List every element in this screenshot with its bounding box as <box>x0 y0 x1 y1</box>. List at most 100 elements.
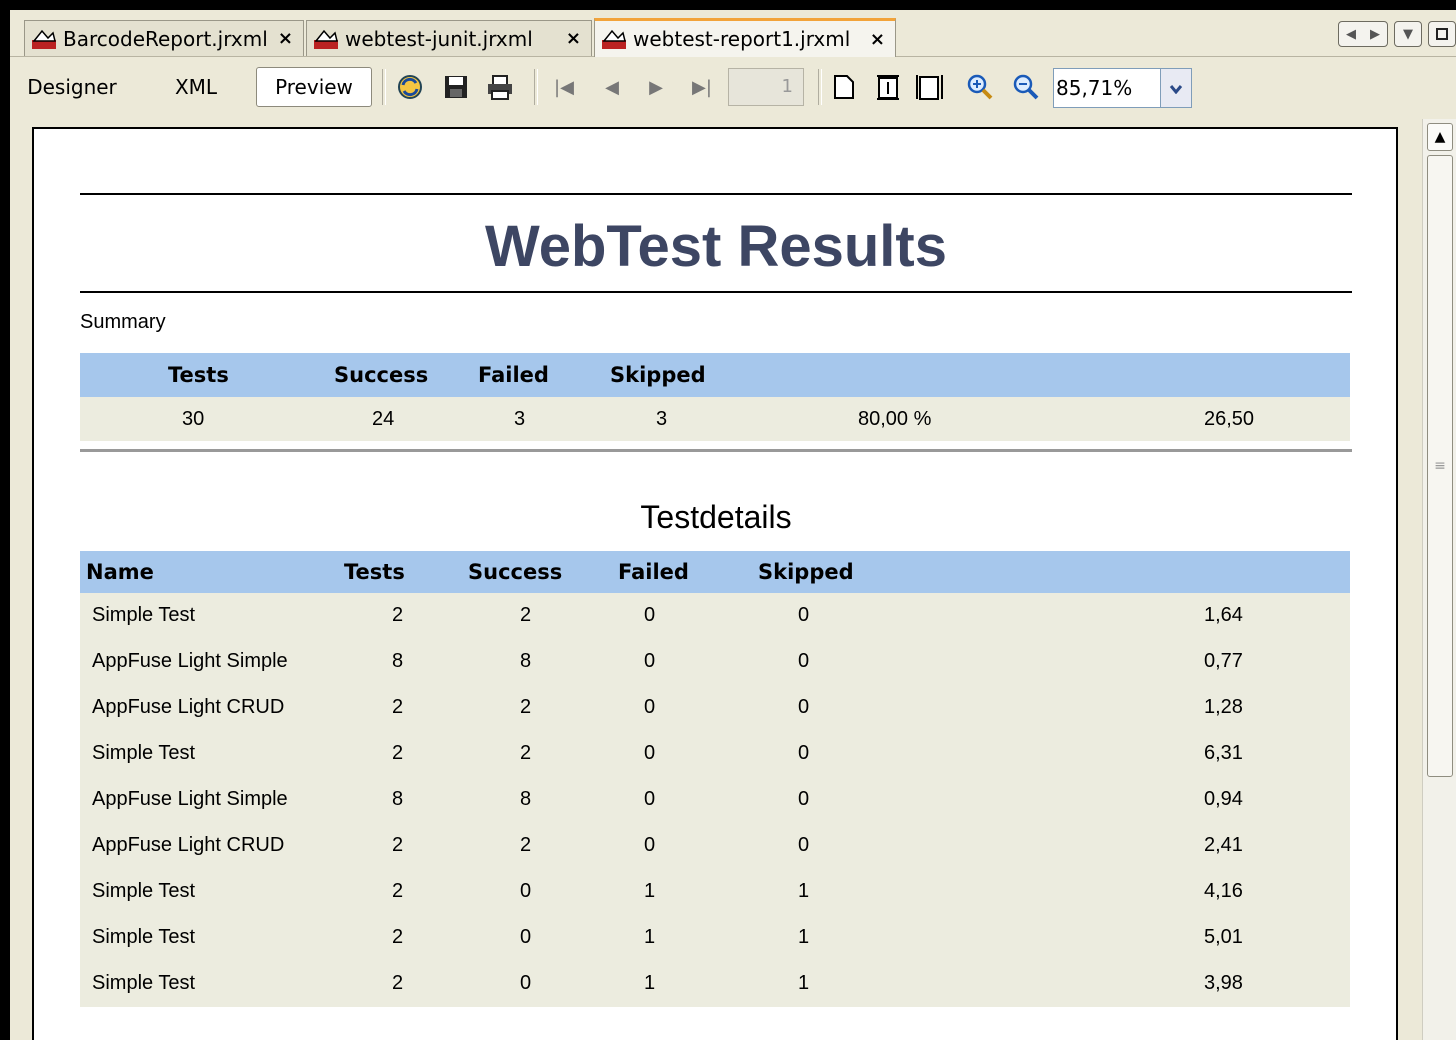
chevron-down-icon <box>1169 79 1183 98</box>
chevron-left-icon: ◀ <box>1346 26 1356 42</box>
fit-width-icon[interactable] <box>916 73 944 101</box>
summary-values-row: 30 24 3 3 80,00 % 26,50 <box>80 397 1350 441</box>
report-file-icon <box>313 28 339 50</box>
next-page-icon[interactable]: ▶ <box>642 73 670 101</box>
table-row: Simple Test 2 0 1 1 4,16 <box>80 869 1350 915</box>
zoom-level-field[interactable]: 85,71% <box>1053 68 1161 108</box>
xml-button[interactable]: XML <box>158 67 234 107</box>
close-icon[interactable]: × <box>870 29 885 50</box>
tab-scroll-button[interactable]: ◀ ▶ <box>1338 21 1388 47</box>
table-row: Simple Test 2 0 1 1 3,98 <box>80 961 1350 1007</box>
details-failed-cell: 1 <box>644 972 656 994</box>
toolbar-separator <box>382 69 386 105</box>
maximize-icon <box>1436 28 1448 40</box>
details-skipped-cell: 0 <box>798 788 810 810</box>
previous-page-icon[interactable]: ◀ <box>598 73 626 101</box>
report-file-icon <box>31 28 57 50</box>
last-page-icon[interactable]: ▶| <box>688 73 716 101</box>
details-success-cell: 8 <box>520 788 532 810</box>
details-skipped-cell: 0 <box>798 650 810 672</box>
details-name-cell: Simple Test <box>92 926 196 948</box>
details-failed-cell: 0 <box>644 742 656 764</box>
details-failed-cell: 0 <box>644 604 656 626</box>
details-duration-cell: 1,28 <box>1204 696 1243 718</box>
details-header-failed: Failed <box>618 560 689 584</box>
first-page-icon[interactable]: |◀ <box>550 73 578 101</box>
details-section-title: Testdetails <box>640 499 792 535</box>
details-success-cell: 8 <box>520 650 532 672</box>
zoom-out-icon[interactable] <box>1012 73 1040 101</box>
grip-icon: ≡ <box>1434 458 1446 474</box>
tab-bar: BarcodeReport.jrxml × webtest-junit.jrxm… <box>10 10 1456 57</box>
reload-icon[interactable] <box>396 73 424 101</box>
vertical-scrollbar[interactable]: ▲ ≡ <box>1422 119 1456 1040</box>
close-icon[interactable]: × <box>278 28 293 49</box>
details-failed-cell: 0 <box>644 696 656 718</box>
details-duration-cell: 1,64 <box>1204 604 1243 626</box>
details-skipped-cell: 1 <box>798 880 810 902</box>
table-row: AppFuse Light Simple 8 8 0 0 0,94 <box>80 777 1350 823</box>
summary-header-success: Success <box>334 363 429 387</box>
chevron-up-icon: ▲ <box>1434 129 1446 145</box>
report-preview-area: WebTest Results Summary Tests Success Fa… <box>10 117 1456 1040</box>
report-file-icon <box>601 28 627 50</box>
report-title: WebTest Results <box>485 214 947 279</box>
scroll-up-button[interactable]: ▲ <box>1427 123 1453 151</box>
details-tests-cell: 2 <box>392 926 404 948</box>
summary-header-skipped: Skipped <box>610 363 706 387</box>
summary-duration: 26,50 <box>1204 408 1255 430</box>
save-icon[interactable] <box>442 73 470 101</box>
details-failed-cell: 0 <box>644 650 656 672</box>
report-page: WebTest Results Summary Tests Success Fa… <box>32 127 1398 1040</box>
fit-page-icon[interactable] <box>874 73 902 101</box>
chevron-right-icon: ▶ <box>1370 26 1380 42</box>
details-name-cell: Simple Test <box>92 604 196 626</box>
details-name-cell: Simple Test <box>92 742 196 764</box>
table-row: AppFuse Light CRUD 2 2 0 0 2,41 <box>80 823 1350 869</box>
details-skipped-cell: 1 <box>798 926 810 948</box>
summary-bottom-rule <box>80 449 1352 452</box>
details-success-cell: 0 <box>520 972 532 994</box>
zoom-dropdown-button[interactable] <box>1160 68 1192 108</box>
tab-scroll-controls: ◀ ▶ ▼ <box>1338 21 1456 47</box>
tab-webtest-report1[interactable]: webtest-report1.jrxml × <box>594 18 896 57</box>
details-duration-cell: 3,98 <box>1204 972 1243 994</box>
table-row: AppFuse Light CRUD 2 2 0 0 1,28 <box>80 685 1350 731</box>
details-name-cell: Simple Test <box>92 880 196 902</box>
designer-button[interactable]: Designer <box>22 67 122 107</box>
tab-barcode-report[interactable]: BarcodeReport.jrxml × <box>24 20 304 56</box>
tab-list-button[interactable]: ▼ <box>1394 21 1422 47</box>
details-duration-cell: 6,31 <box>1204 742 1243 764</box>
details-name-cell: AppFuse Light CRUD <box>92 834 285 856</box>
table-row: AppFuse Light Simple 8 8 0 0 0,77 <box>80 639 1350 685</box>
details-success-cell: 2 <box>520 604 532 626</box>
chevron-down-icon: ▼ <box>1403 26 1413 42</box>
details-failed-cell: 0 <box>644 788 656 810</box>
zoom-in-icon[interactable] <box>966 73 994 101</box>
table-row: Simple Test 2 2 0 0 1,64 <box>80 593 1350 639</box>
details-skipped-cell: 0 <box>798 742 810 764</box>
details-duration-cell: 4,16 <box>1204 880 1243 902</box>
title-bottom-rule <box>80 291 1352 293</box>
details-header-name: Name <box>86 560 154 584</box>
tab-webtest-junit[interactable]: webtest-junit.jrxml × <box>306 20 592 56</box>
details-header-row: Name Tests Success Failed Skipped <box>80 551 1350 593</box>
maximize-button[interactable] <box>1428 21 1456 47</box>
print-icon[interactable] <box>486 73 514 101</box>
details-skipped-cell: 0 <box>798 696 810 718</box>
actual-size-icon[interactable] <box>830 73 858 101</box>
report-editor-window: BarcodeReport.jrxml × webtest-junit.jrxm… <box>10 10 1456 1040</box>
details-header-skipped: Skipped <box>758 560 854 584</box>
table-row: Simple Test 2 2 0 0 6,31 <box>80 731 1350 777</box>
details-tests-cell: 2 <box>392 972 404 994</box>
details-name-cell: AppFuse Light CRUD <box>92 696 285 718</box>
scroll-thumb[interactable]: ≡ <box>1427 155 1453 777</box>
close-icon[interactable]: × <box>566 28 581 49</box>
details-failed-cell: 0 <box>644 834 656 856</box>
details-success-cell: 0 <box>520 926 532 948</box>
summary-header-tests: Tests <box>168 363 229 387</box>
page-number-field[interactable]: 1 <box>728 68 804 106</box>
details-tests-cell: 8 <box>392 650 404 672</box>
summary-tests-value: 30 <box>182 408 205 430</box>
preview-button[interactable]: Preview <box>256 67 372 107</box>
